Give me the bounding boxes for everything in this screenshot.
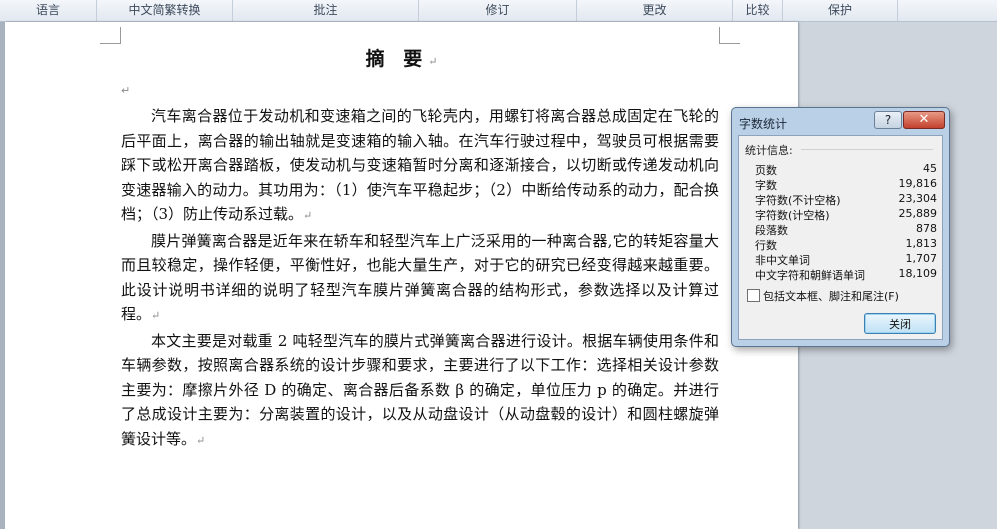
stat-label: 非中文单词 — [755, 254, 810, 267]
help-icon[interactable]: ? — [874, 111, 902, 129]
ribbon-group-protect[interactable]: 保护 — [783, 0, 898, 21]
stats-header: 统计信息: — [745, 144, 793, 157]
stat-value: 25,889 — [898, 207, 938, 220]
stat-label: 字数 — [755, 179, 777, 192]
body-paragraph-3: 本文主要是对载重 2 吨轻型汽车的膜片式弹簧离合器进行设计。根据车辆使用条件和车… — [121, 329, 719, 454]
stats-divider — [801, 149, 933, 150]
paragraph-mark: ↵ — [196, 433, 206, 447]
include-textboxes-checkbox[interactable] — [747, 289, 760, 302]
close-icon[interactable]: ✕ — [903, 111, 945, 129]
dialog-title: 字数统计 — [739, 117, 788, 131]
stat-row-lines: 行数 1,813 — [755, 237, 937, 252]
body-paragraph-1: 汽车离合器位于发动机和变速箱之间的飞轮壳内，用螺钉将离合器总成固定在飞轮的后平面… — [121, 104, 719, 229]
include-textboxes-label[interactable]: 包括文本框、脚注和尾注(F) — [763, 288, 899, 304]
empty-paragraph-mark: ↵ — [121, 84, 131, 97]
stat-label: 行数 — [755, 239, 777, 252]
stat-value: 18,109 — [898, 267, 938, 280]
stat-value: 19,816 — [898, 177, 938, 190]
paragraph-mark: ↵ — [428, 55, 438, 68]
stat-value: 878 — [916, 222, 937, 235]
ribbon-group-chinese-conversion[interactable]: 中文简繁转换 — [97, 0, 233, 21]
stat-row-pages: 页数 45 — [755, 162, 937, 177]
stat-row-asian-chars: 中文字符和朝鲜语单词 18,109 — [755, 267, 937, 282]
stat-value: 1,707 — [905, 252, 938, 265]
stat-label: 字符数(计空格) — [755, 209, 830, 222]
stat-row-words: 字数 19,816 — [755, 177, 937, 192]
word-count-dialog: 字数统计 ? ✕ 统计信息: 页数 45 字数 19,816 字符数(不计空格) 23… — [731, 107, 950, 347]
document-page[interactable]: 摘 要↵ ↵ 汽车离合器位于发动机和变速箱之间的飞轮壳内，用螺钉将离合器总成固定… — [5, 22, 798, 529]
stat-row-paragraphs: 段落数 878 — [755, 222, 937, 237]
close-button[interactable]: 关闭 — [864, 313, 936, 334]
crop-mark-top-right — [719, 27, 740, 44]
stat-row-non-chinese-words: 非中文单词 1,707 — [755, 252, 937, 267]
stat-value: 45 — [923, 162, 937, 175]
body-paragraph-2: 膜片弹簧离合器是近年来在轿车和轻型汽车上广泛采用的一种离合器,它的转矩容量大而且… — [121, 229, 719, 329]
paragraph-2-text: 膜片弹簧离合器是近年来在轿车和轻型汽车上广泛采用的一种离合器,它的转矩容量大而且… — [121, 231, 719, 324]
stat-value: 1,813 — [905, 237, 938, 250]
stat-label: 段落数 — [755, 224, 788, 237]
crop-mark-top-left — [100, 27, 121, 44]
stat-value: 23,304 — [898, 192, 938, 205]
paragraph-mark: ↵ — [151, 309, 161, 322]
ribbon-group-changes[interactable]: 更改 — [577, 0, 733, 21]
stat-label: 中文字符和朝鲜语单词 — [755, 269, 865, 282]
ribbon-group-language[interactable]: 语言 — [0, 0, 97, 21]
document-title: 摘 要↵ — [5, 44, 798, 71]
ribbon-group-compare[interactable]: 比较 — [733, 0, 783, 21]
stat-label: 字符数(不计空格) — [755, 194, 841, 207]
document-body[interactable]: 汽车离合器位于发动机和变速箱之间的飞轮壳内，用螺钉将离合器总成固定在飞轮的后平面… — [121, 104, 719, 453]
stat-row-chars-with-spaces: 字符数(计空格) 25,889 — [755, 207, 937, 222]
dialog-content: 统计信息: 页数 45 字数 19,816 字符数(不计空格) 23,304 字符数(… — [738, 135, 943, 340]
ribbon-group-comments[interactable]: 批注 — [233, 0, 419, 21]
paragraph-1-text: 汽车离合器位于发动机和变速箱之间的飞轮壳内，用螺钉将离合器总成固定在飞轮的后平面… — [121, 107, 719, 223]
document-title-text: 摘 要 — [365, 48, 429, 70]
ribbon-group-strip: 语言 中文简繁转换 批注 修订 更改 比较 保护 — [0, 0, 997, 22]
stat-label: 页数 — [755, 164, 777, 177]
dialog-titlebar[interactable]: 字数统计 ? ✕ — [732, 108, 949, 134]
paragraph-mark: ↵ — [303, 209, 313, 222]
ribbon-group-tracking[interactable]: 修订 — [419, 0, 577, 21]
stat-row-chars-no-spaces: 字符数(不计空格) 23,304 — [755, 192, 937, 207]
paragraph-3-text: 本文主要是对载重 2 吨轻型汽车的膜片式弹簧离合器进行设计。根据车辆使用条件和车… — [121, 331, 719, 448]
